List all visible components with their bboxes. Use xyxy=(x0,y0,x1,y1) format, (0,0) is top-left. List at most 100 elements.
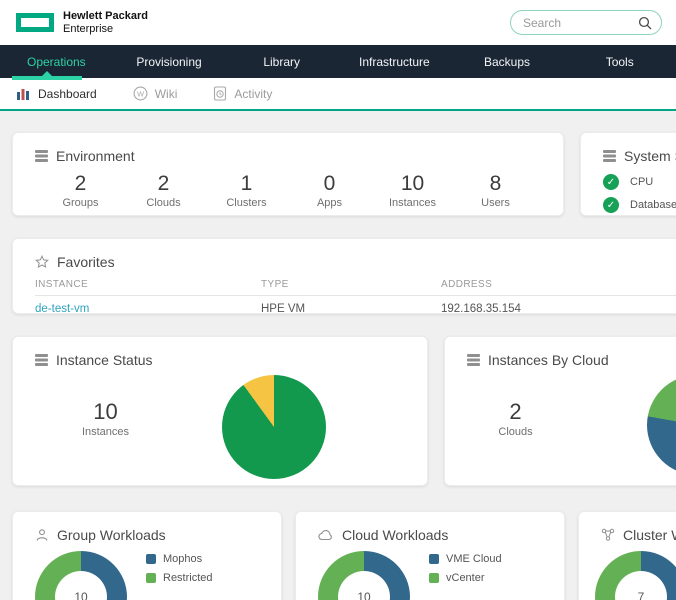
stat-clusters[interactable]: 1 Clusters xyxy=(205,172,288,209)
stat-value: 2 xyxy=(157,172,170,195)
card-title-text: Environment xyxy=(56,148,135,164)
environment-card: Environment 2 Groups 2 Clouds 1 Clusters 0 A… xyxy=(12,132,564,216)
sub-nav: Dashboard W Wiki Activity xyxy=(0,78,676,111)
count-value: 2 xyxy=(509,399,522,424)
cluster-workloads-donut-chart: 7 xyxy=(595,551,676,600)
hpe-logo-icon xyxy=(16,13,54,32)
logo-line-2: Enterprise xyxy=(63,22,114,35)
main-nav: Operations Provisioning Library Infrastr… xyxy=(0,45,676,80)
legend-label: Mophos xyxy=(163,553,203,565)
subnav-label: Dashboard xyxy=(38,86,97,101)
stat-value: 10 xyxy=(400,172,425,195)
cluster-workloads-card: Cluster Workloads 7 xyxy=(578,511,676,600)
legend-label: VME Cloud xyxy=(446,553,502,565)
stat-label: Users xyxy=(481,197,510,209)
check-circle-icon: ✓ xyxy=(603,197,619,213)
logo-line-1: Hewlett Packard xyxy=(63,9,148,22)
stat-label: Instances xyxy=(388,197,437,209)
group-icon xyxy=(35,528,49,542)
group-workloads-donut-chart: 10 xyxy=(35,551,127,600)
active-tab-underline xyxy=(12,76,82,80)
global-search[interactable] xyxy=(510,10,662,35)
system-status-card: System Status ✓ CPU ✓ Database xyxy=(580,132,676,216)
card-title-text: Cloud Workloads xyxy=(342,527,449,543)
count-label: Clouds xyxy=(498,426,533,438)
nav-label: Operations xyxy=(26,54,86,69)
legend-label: vCenter xyxy=(446,572,485,584)
count-value: 10 xyxy=(93,399,118,424)
column-header-type: TYPE xyxy=(261,279,289,290)
search-icon[interactable] xyxy=(638,16,652,30)
stat-groups[interactable]: 2 Groups xyxy=(39,172,122,209)
instance-status-pie-chart xyxy=(222,375,326,479)
table-row: de-test-vm HPE VM 192.168.35.154 xyxy=(35,296,676,315)
legend-label: Restricted xyxy=(163,572,213,584)
hpe-logo-text: Hewlett Packard Enterprise xyxy=(63,10,148,35)
stack-icon xyxy=(35,354,48,366)
subnav-item-activity[interactable]: Activity xyxy=(213,86,272,101)
stat-apps[interactable]: 0 Apps xyxy=(288,172,371,209)
check-circle-icon: ✓ xyxy=(603,174,619,190)
nav-item-operations[interactable]: Operations xyxy=(0,45,113,80)
donut-center-value: 7 xyxy=(637,590,645,600)
donut-center-value: 10 xyxy=(74,590,88,600)
cloud-workloads-donut-chart: 10 xyxy=(318,551,410,600)
stat-instances[interactable]: 10 Instances xyxy=(371,172,454,209)
nav-item-library[interactable]: Library xyxy=(225,45,338,78)
count-label: Instances xyxy=(81,426,130,438)
nav-label: Backups xyxy=(484,54,531,69)
app-header: Hewlett Packard Enterprise xyxy=(0,0,676,45)
subnav-item-dashboard[interactable]: Dashboard xyxy=(16,87,97,101)
group-workloads-legend: Mophos Restricted xyxy=(146,553,213,591)
group-workloads-card: Group Workloads 10 Mophos Restricted xyxy=(12,511,282,600)
card-title-text: Instances By Cloud xyxy=(488,352,609,368)
subnav-label: Activity xyxy=(234,86,273,101)
legend-item: vCenter xyxy=(429,572,502,584)
cloud-icon xyxy=(318,529,334,541)
legend-item: Mophos xyxy=(146,553,213,565)
legend-swatch-green xyxy=(429,573,439,583)
nav-label: Provisioning xyxy=(136,54,202,69)
nav-item-infrastructure[interactable]: Infrastructure xyxy=(338,45,451,78)
stat-value: 2 xyxy=(74,172,87,195)
favorites-table: INSTANCE TYPE ADDRESS de-test-vm HPE VM … xyxy=(35,279,676,315)
stat-clouds[interactable]: 2 Clouds xyxy=(122,172,205,209)
column-header-instance: INSTANCE xyxy=(35,279,89,290)
subnav-label: Wiki xyxy=(154,86,178,101)
instances-by-cloud-pie-chart xyxy=(647,375,676,475)
favorites-card: Favorites INSTANCE TYPE ADDRESS de-test-… xyxy=(12,238,676,315)
subnav-item-wiki[interactable]: W Wiki xyxy=(133,86,178,101)
stat-value: 8 xyxy=(489,172,502,195)
nav-item-tools[interactable]: Tools xyxy=(563,45,676,78)
stat-users[interactable]: 8 Users xyxy=(454,172,537,209)
card-title-text: System Status xyxy=(624,148,676,164)
cloud-workloads-legend: VME Cloud vCenter xyxy=(429,553,502,591)
star-icon xyxy=(35,255,49,269)
card-title-text: Favorites xyxy=(57,254,115,270)
stack-icon xyxy=(35,150,48,162)
activity-icon xyxy=(213,86,227,101)
nav-label: Library xyxy=(263,54,301,69)
card-title-text: Instance Status xyxy=(56,352,153,368)
status-row-database: ✓ Database xyxy=(603,197,676,213)
stat-label: Clusters xyxy=(226,197,267,209)
nav-item-provisioning[interactable]: Provisioning xyxy=(113,45,226,78)
stack-icon xyxy=(603,150,616,162)
stat-value: 0 xyxy=(323,172,336,195)
environment-stats: 2 Groups 2 Clouds 1 Clusters 0 Apps 10 Instan… xyxy=(13,164,563,209)
instance-count: 10 Instances xyxy=(48,399,163,438)
nav-label: Tools xyxy=(605,54,634,69)
nav-item-backups[interactable]: Backups xyxy=(451,45,564,78)
search-input[interactable] xyxy=(523,15,638,30)
instance-link[interactable]: de-test-vm xyxy=(35,303,89,315)
legend-item: VME Cloud xyxy=(429,553,502,565)
nav-label: Infrastructure xyxy=(359,54,430,69)
card-title-text: Cluster Workloads xyxy=(623,527,676,543)
instance-status-card: Instance Status 10 Instances xyxy=(12,336,428,486)
legend-item: Restricted xyxy=(146,572,213,584)
stat-value: 1 xyxy=(240,172,253,195)
stat-label: Groups xyxy=(62,197,99,209)
card-title-text: Group Workloads xyxy=(57,527,166,543)
stack-icon xyxy=(467,354,480,366)
status-label: Database xyxy=(630,199,676,211)
